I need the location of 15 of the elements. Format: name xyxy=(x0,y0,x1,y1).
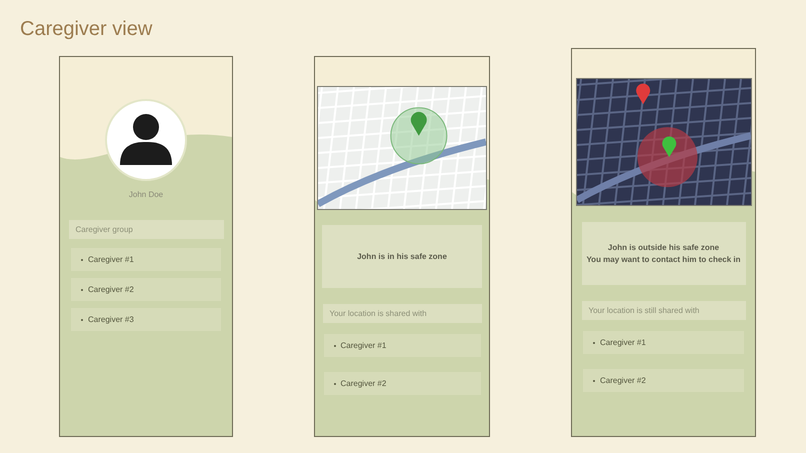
list-item[interactable]: Caregiver #2 xyxy=(324,372,480,395)
list-heading: Your location is shared with xyxy=(322,304,482,323)
list-item[interactable]: Caregiver #1 xyxy=(324,334,480,357)
list-item[interactable]: Caregiver #2 xyxy=(583,369,744,392)
user-name: John Doe xyxy=(128,190,164,199)
list-item[interactable]: Caregiver #1 xyxy=(71,248,221,271)
status-message: John is in his safe zone xyxy=(322,225,482,288)
page-title: Caregiver view xyxy=(20,18,154,41)
list-item[interactable]: Caregiver #1 xyxy=(583,331,744,354)
list-item[interactable]: Caregiver #2 xyxy=(71,278,221,301)
list-heading: Caregiver group xyxy=(68,220,224,239)
avatar-icon xyxy=(105,99,187,181)
list-item[interactable]: Caregiver #3 xyxy=(71,308,221,331)
list-heading: Your location is still shared with xyxy=(582,301,746,320)
status-message: John is outside his safe zone You may want to contact him to check in xyxy=(582,222,746,285)
